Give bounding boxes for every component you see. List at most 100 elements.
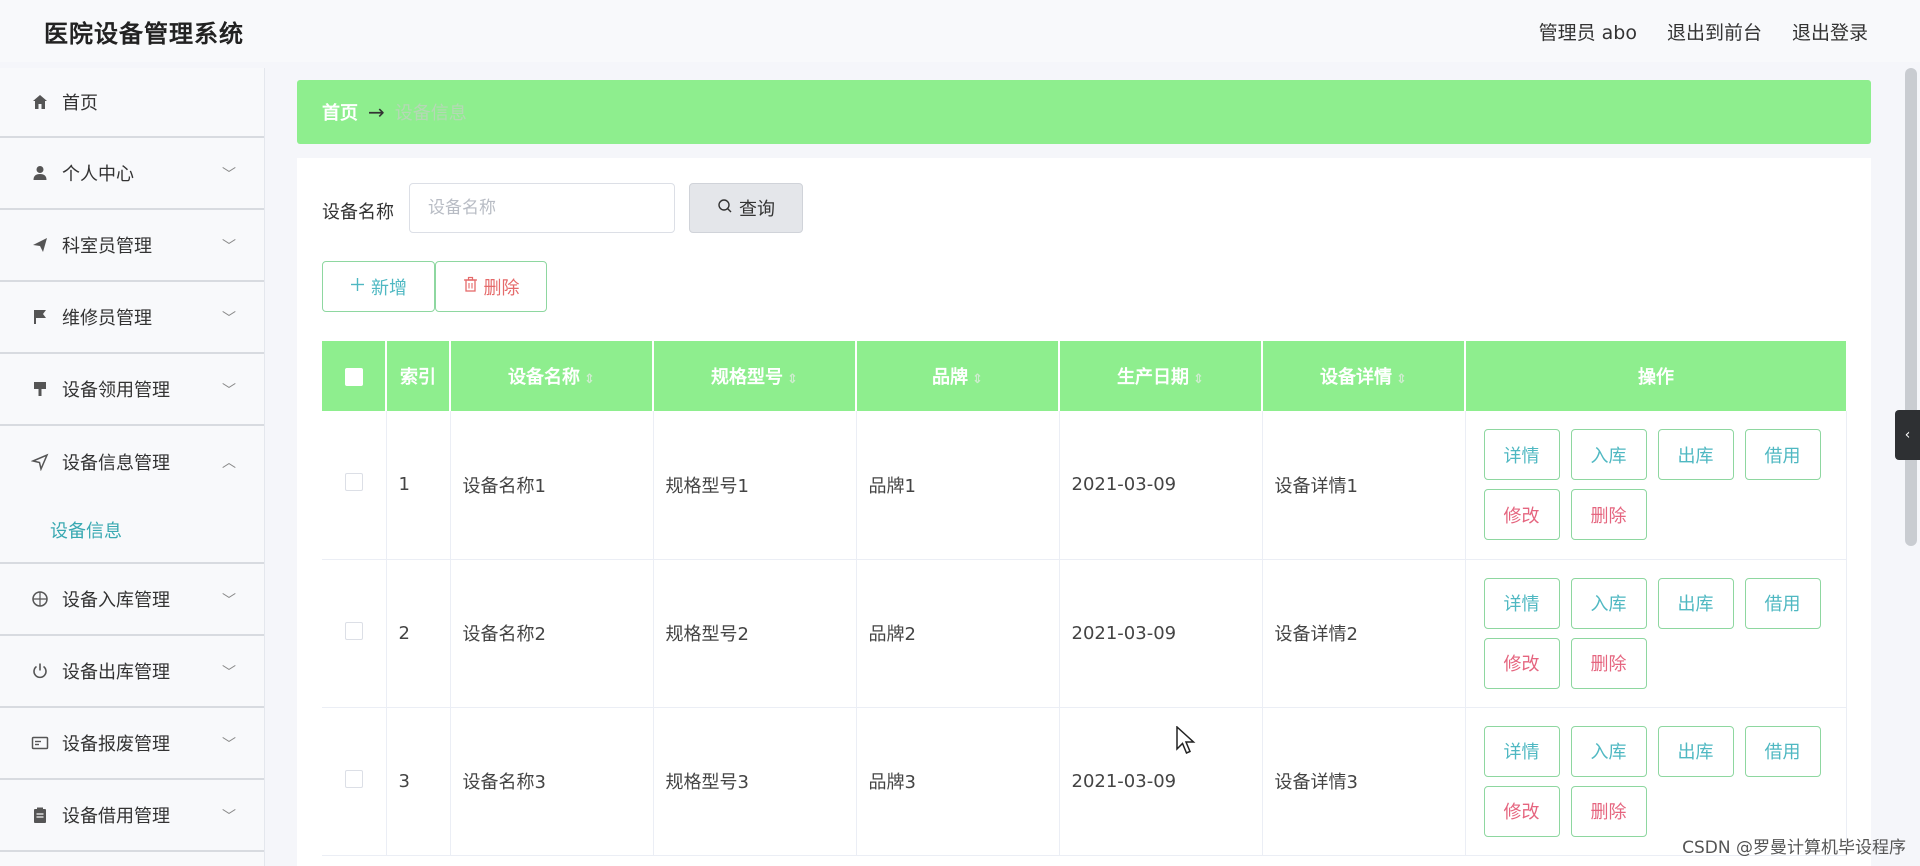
sidebar-item-label: 维修员管理 (62, 308, 152, 329)
add-button-label: 新增 (371, 277, 407, 299)
stock-out-button[interactable]: 出库 (1657, 429, 1734, 481)
sidebar-item-label: 个人中心 (62, 164, 134, 185)
sidebar-item-profile[interactable]: 个人中心 ﹀ (0, 138, 264, 210)
breadcrumb-current: 设备信息 (394, 103, 467, 124)
cell-detail: 设备详情1 (1262, 411, 1466, 560)
cell-brand: 品牌1 (856, 411, 1060, 560)
location-icon (30, 452, 50, 472)
sidebar-item-equipment-use[interactable]: 设备领用管理 ﹀ (0, 354, 264, 426)
cell-detail: 设备详情2 (1262, 559, 1466, 708)
sidebar-item-equipment-info[interactable]: 设备信息管理 ︿ (0, 426, 264, 498)
page-scrollbar[interactable] (1905, 68, 1917, 546)
search-input[interactable] (409, 183, 675, 233)
column-header-date[interactable]: 生产日期 ⇕ (1059, 341, 1263, 411)
main-panel: 设备名称 查询 新增 删除 索引 设备名称⇕ 规格型号⇕ 品牌⇕ (297, 158, 1871, 866)
breadcrumb: 首页 → 设备信息 (297, 80, 1871, 144)
cell-date: 2021-03-09 (1059, 559, 1263, 708)
row-select-cell (322, 707, 387, 856)
search-button[interactable]: 查询 (689, 183, 803, 233)
sort-icon[interactable]: ⇕ (1193, 372, 1204, 387)
cell-model: 规格型号2 (653, 559, 857, 708)
cell-model: 规格型号3 (653, 707, 857, 856)
user-name-link[interactable]: 管理员 abo (1539, 18, 1637, 45)
send-icon (30, 235, 50, 255)
stock-in-button[interactable]: 入库 (1570, 725, 1647, 777)
borrow-button[interactable]: 借用 (1744, 429, 1821, 481)
sidebar-item-label: 设备领用管理 (62, 380, 170, 401)
column-header-name[interactable]: 设备名称 ⇕ (450, 341, 654, 411)
sidebar-item-repair-staff[interactable]: 维修员管理 ﹀ (0, 282, 264, 354)
search-label: 设备名称 (322, 202, 394, 223)
stock-out-button[interactable]: 出库 (1657, 725, 1734, 777)
column-header-detail[interactable]: 设备详情 ⇕ (1262, 341, 1466, 411)
clipboard-icon (30, 805, 50, 825)
chevron-down-icon: ﹀ (222, 239, 236, 255)
user-icon (30, 163, 50, 183)
select-all-checkbox[interactable] (344, 367, 363, 386)
batch-delete-label: 删除 (483, 277, 520, 299)
sort-icon[interactable]: ⇕ (787, 372, 798, 387)
app-title: 医院设备管理系统 (44, 20, 244, 48)
sort-icon[interactable]: ⇕ (972, 372, 983, 387)
sidebar-item-label: 设备出库管理 (62, 662, 170, 683)
row-select-cell (322, 559, 387, 708)
top-header: 医院设备管理系统 管理员 abo 退出到前台 退出登录 (0, 0, 1920, 62)
column-header-brand[interactable]: 品牌 ⇕ (856, 341, 1060, 411)
detail-button[interactable]: 详情 (1483, 429, 1560, 481)
chevron-left-icon: ‹ (1904, 427, 1911, 443)
cell-name: 设备名称3 (450, 707, 654, 856)
back-to-front-link[interactable]: 退出到前台 (1667, 18, 1762, 45)
row-select-cell (322, 411, 387, 560)
row-delete-button[interactable]: 删除 (1570, 489, 1647, 541)
sidebar-item-home[interactable]: 首页 (0, 68, 264, 138)
cell-date: 2021-03-09 (1059, 411, 1263, 560)
logout-link[interactable]: 退出登录 (1792, 18, 1868, 45)
add-button[interactable]: 新增 (322, 261, 435, 312)
stock-in-button[interactable]: 入库 (1570, 577, 1647, 629)
sidebar-item-borrow[interactable]: 设备借用管理 ﹀ (0, 780, 264, 852)
sidebar-item-dept-staff[interactable]: 科室员管理 ﹀ (0, 210, 264, 282)
row-delete-button[interactable]: 删除 (1570, 785, 1647, 837)
batch-delete-button[interactable]: 删除 (435, 261, 547, 312)
sidebar-item-label: 设备入库管理 (62, 590, 170, 611)
sidebar-item-stock-in[interactable]: 设备入库管理 ﹀ (0, 564, 264, 636)
chevron-down-icon: ﹀ (222, 383, 236, 399)
cell-index: 3 (386, 707, 451, 856)
chevron-down-icon: ﹀ (222, 737, 236, 753)
watermark: CSDN @罗曼计算机毕设程序 (1682, 838, 1906, 858)
edit-button[interactable]: 修改 (1483, 637, 1560, 689)
cell-brand: 品牌3 (856, 707, 1060, 856)
select-all-header[interactable] (322, 341, 387, 411)
search-button-label: 查询 (739, 199, 775, 220)
sort-icon[interactable]: ⇕ (1396, 372, 1407, 387)
postcard-icon (30, 733, 50, 753)
row-checkbox[interactable] (344, 473, 363, 492)
collapse-panel-toggle[interactable]: ‹ (1895, 410, 1920, 460)
cell-name: 设备名称2 (450, 559, 654, 708)
sidebar-item-label: 科室员管理 (62, 236, 152, 257)
stock-out-button[interactable]: 出库 (1657, 577, 1734, 629)
cell-actions: 详情 入库 出库 借用 修改 删除 (1465, 411, 1847, 560)
chevron-down-icon: ﹀ (222, 809, 236, 825)
sidebar-item-stock-out[interactable]: 设备出库管理 ﹀ (0, 636, 264, 708)
row-checkbox[interactable] (344, 621, 363, 640)
sidebar-item-scrap[interactable]: 设备报废管理 ﹀ (0, 708, 264, 780)
borrow-button[interactable]: 借用 (1744, 725, 1821, 777)
column-header-actions: 操作 (1465, 341, 1846, 411)
borrow-button[interactable]: 借用 (1744, 577, 1821, 629)
detail-button[interactable]: 详情 (1483, 725, 1560, 777)
breadcrumb-home[interactable]: 首页 (322, 99, 358, 125)
row-delete-button[interactable]: 删除 (1570, 637, 1647, 689)
sidebar-subitem-equipment-info[interactable]: 设备信息 (0, 498, 264, 564)
cell-model: 规格型号1 (653, 411, 857, 560)
column-header-model[interactable]: 规格型号 ⇕ (653, 341, 857, 411)
sort-icon[interactable]: ⇕ (584, 372, 595, 387)
chevron-down-icon: ﹀ (222, 665, 236, 681)
row-checkbox[interactable] (344, 769, 363, 788)
equipment-table: 索引 设备名称 ⇕ 规格型号 ⇕ 品牌 ⇕ 生产日期 ⇕ 设备详情 ⇕ 操作 1 设备名称… (322, 341, 1847, 856)
edit-button[interactable]: 修改 (1483, 785, 1560, 837)
edit-button[interactable]: 修改 (1483, 489, 1560, 541)
brush-icon (30, 379, 50, 399)
detail-button[interactable]: 详情 (1483, 577, 1560, 629)
stock-in-button[interactable]: 入库 (1570, 429, 1647, 481)
